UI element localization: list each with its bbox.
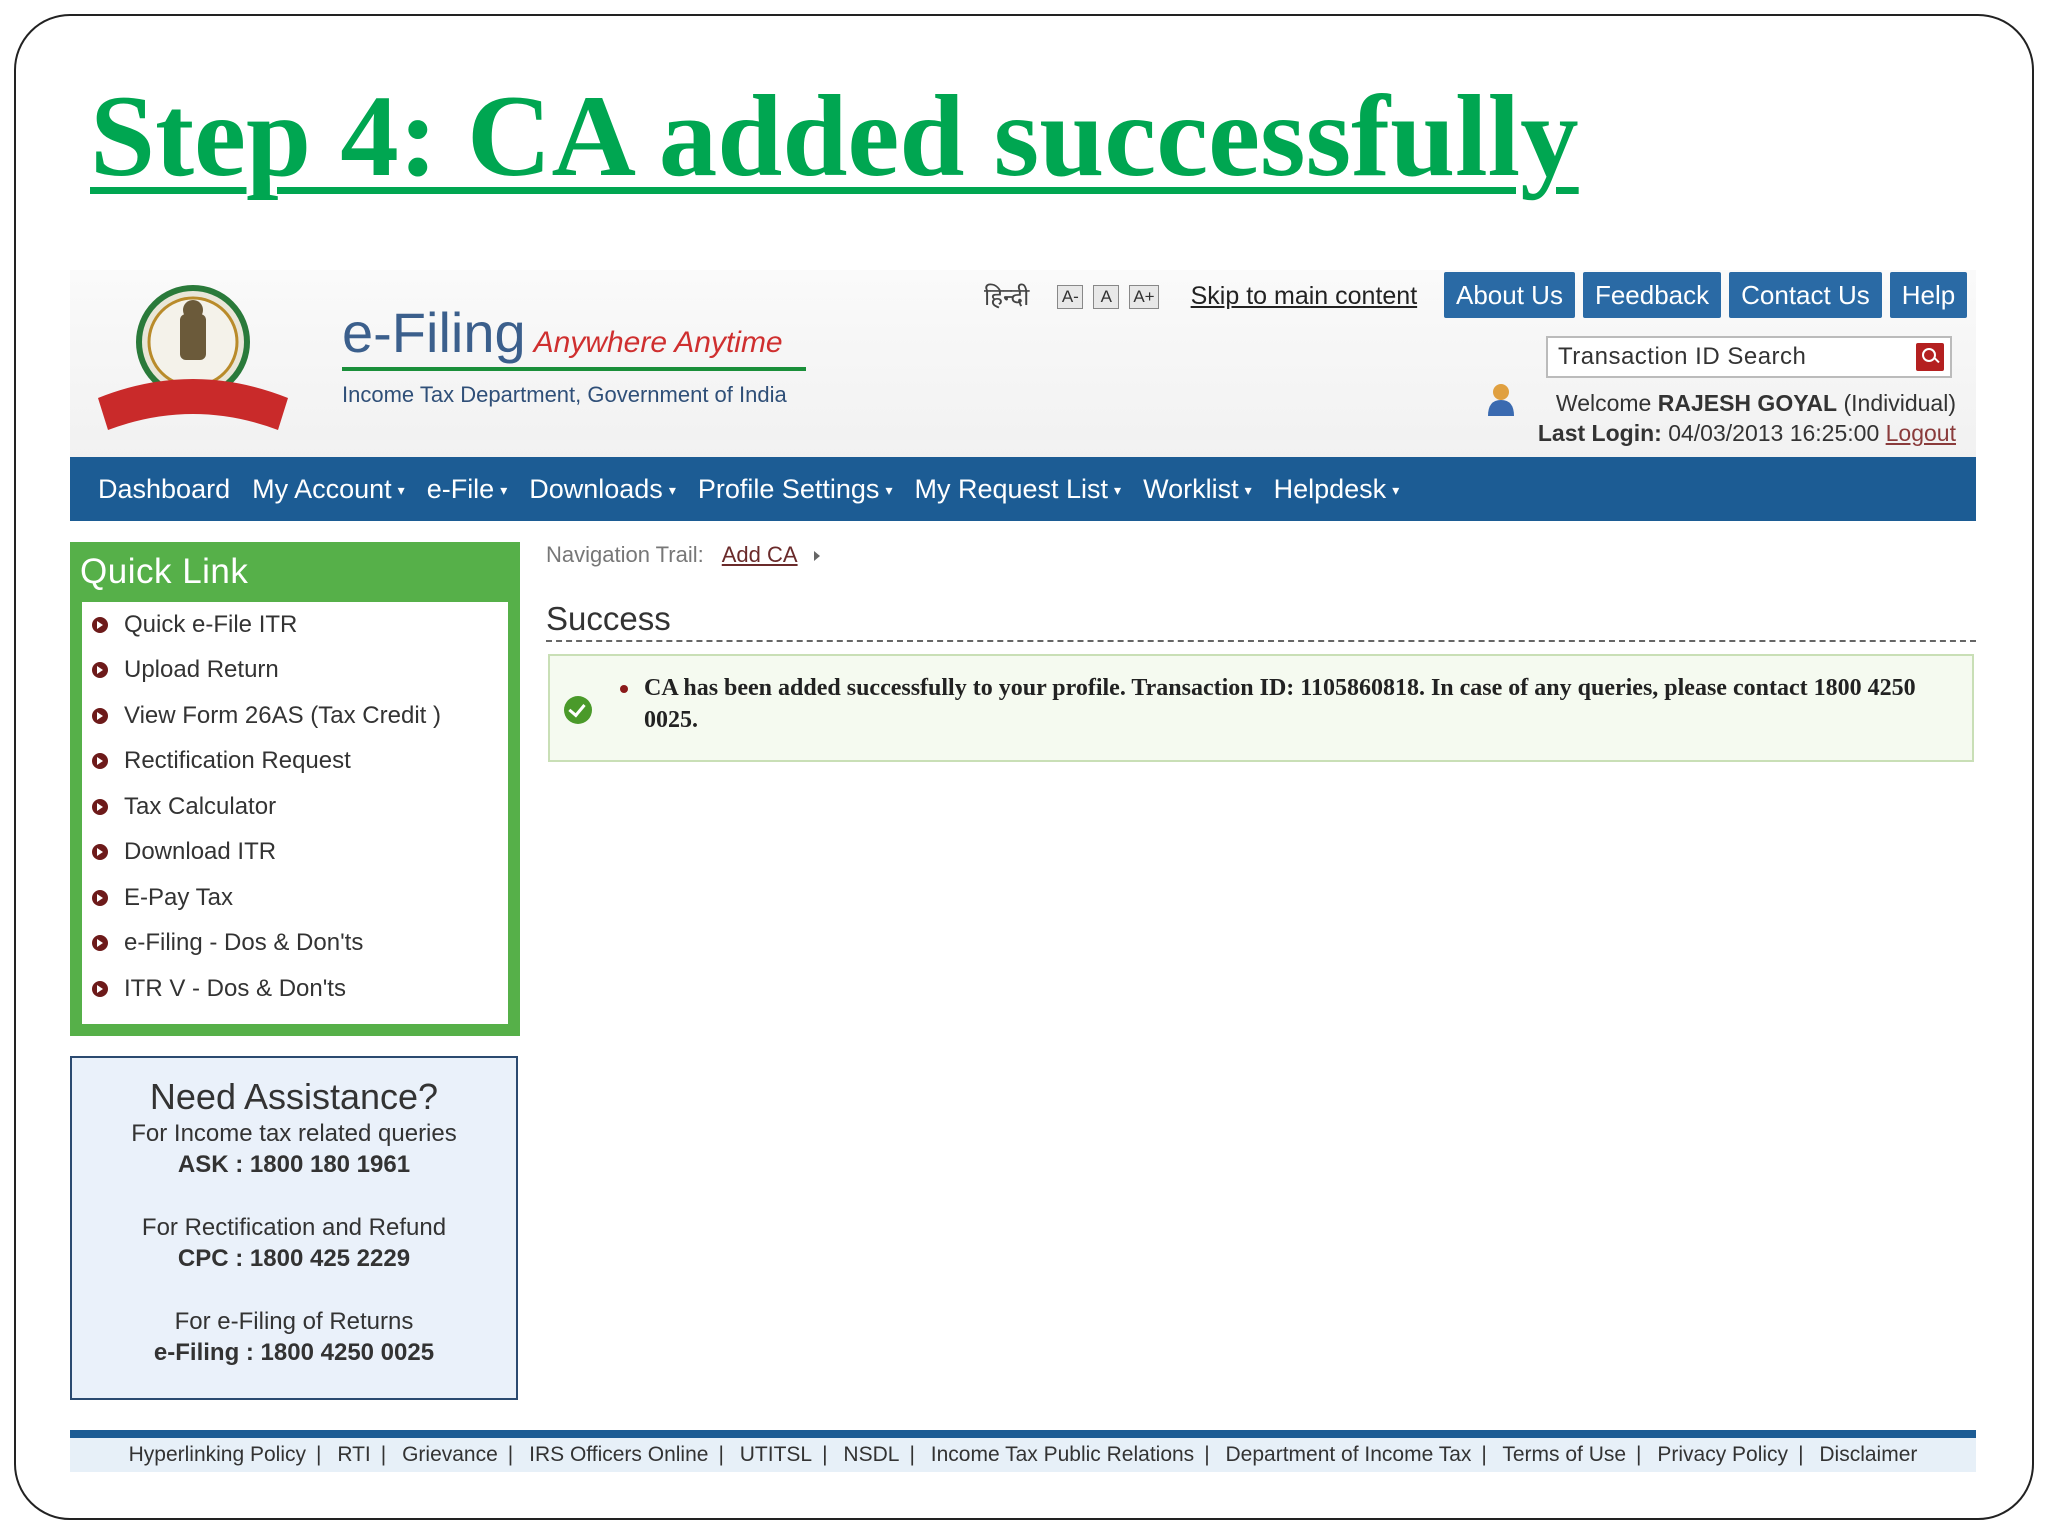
last-login-label: Last Login: <box>1537 420 1662 446</box>
user-icon <box>1488 384 1514 416</box>
footer-link[interactable]: IRS Officers Online <box>529 1443 708 1466</box>
success-check-icon <box>564 696 592 724</box>
main-nav: Dashboard My Account ▾ e-File ▾ Downloads ▾… <box>70 457 1976 521</box>
breadcrumb-add-ca[interactable]: Add CA <box>722 542 798 567</box>
nav-helpdesk[interactable]: Helpdesk ▾ <box>1274 474 1400 505</box>
income-tax-emblem-icon <box>98 285 288 430</box>
breadcrumb: Navigation Trail: Add CA <box>546 542 820 568</box>
footer-link[interactable]: Privacy Policy <box>1657 1443 1788 1466</box>
chevron-down-icon: ▾ <box>668 481 676 498</box>
slide-title: Step 4: CA added successfully <box>90 72 1579 201</box>
quick-link-panel: Quick Link Quick e-File ITR Upload Retur… <box>70 542 520 1036</box>
quick-link-item[interactable]: ITR V - Dos & Don'ts <box>82 966 508 1012</box>
hindi-link[interactable]: हिन्दी <box>984 280 1029 313</box>
quick-link-item[interactable]: View Form 26AS (Tax Credit ) <box>82 693 508 739</box>
nav-e-file[interactable]: e-File ▾ <box>427 474 508 505</box>
chevron-down-icon: ▾ <box>1244 481 1252 498</box>
footer-link[interactable]: RTI <box>337 1443 370 1466</box>
assistance-number: e-Filing : 1800 4250 0025 <box>153 1339 435 1366</box>
footer-link[interactable]: Hyperlinking Policy <box>129 1443 306 1466</box>
quick-link-item[interactable]: Download ITR <box>82 830 508 876</box>
chevron-down-icon: ▾ <box>397 481 405 498</box>
nav-my-account[interactable]: My Account ▾ <box>252 474 405 505</box>
chevron-down-icon: ▾ <box>885 481 893 498</box>
footer-link[interactable]: Grievance <box>402 1443 498 1466</box>
welcome-prefix: Welcome <box>1555 390 1652 416</box>
logout-link[interactable]: Logout <box>1886 420 1956 446</box>
brand: e-Filing Anywhere Anytime <box>342 300 783 365</box>
chevron-right-icon <box>813 551 820 562</box>
nav-dashboard[interactable]: Dashboard <box>98 474 230 505</box>
font-decrease-button[interactable]: A- <box>1057 284 1084 309</box>
quick-link-item[interactable]: e-Filing - Dos & Don'ts <box>82 921 508 967</box>
footer-link[interactable]: Income Tax Public Relations <box>931 1443 1194 1466</box>
footer-links: Hyperlinking Policy | RTI | Grievance | IRS… <box>70 1438 1976 1472</box>
transaction-search-input[interactable]: Transaction ID Search <box>1546 336 1952 378</box>
efiling-screenshot: e-Filing Anywhere Anytime Income Tax Depa… <box>70 270 1976 1472</box>
utility-bar: हिन्दी A- A A+ Skip to main content <box>984 280 1435 313</box>
footer-link[interactable]: Department of Income Tax <box>1226 1443 1472 1466</box>
arrow-bullet-icon <box>92 616 108 633</box>
site-header: e-Filing Anywhere Anytime Income Tax Depa… <box>70 270 1976 460</box>
chevron-down-icon: ▾ <box>1114 481 1122 498</box>
footer-link[interactable]: Disclaimer <box>1819 1443 1917 1466</box>
font-increase-button[interactable]: A+ <box>1129 284 1159 309</box>
brand-tagline: Anywhere Anytime <box>533 326 783 359</box>
help-button[interactable]: Help <box>1889 272 1968 318</box>
assistance-label: For Rectification and Refund <box>141 1214 447 1241</box>
last-login-value: 04/03/2013 16:25:00 <box>1668 420 1880 446</box>
arrow-bullet-icon <box>92 662 108 679</box>
arrow-bullet-icon <box>92 798 108 815</box>
assistance-label: For e-Filing of Returns <box>174 1308 414 1335</box>
footer-link[interactable]: Terms of Use <box>1502 1443 1626 1466</box>
footer-link[interactable]: UTITSL <box>740 1443 812 1466</box>
arrow-bullet-icon <box>92 707 108 724</box>
top-nav: About Us Feedback Contact Us Help <box>1444 272 1968 318</box>
quick-link-item[interactable]: Tax Calculator <box>82 784 508 830</box>
success-heading: Success <box>546 600 671 637</box>
skip-to-main-link[interactable]: Skip to main content <box>1191 282 1418 311</box>
nav-profile-settings[interactable]: Profile Settings ▾ <box>698 474 893 505</box>
user-info: Welcome RAJESH GOYAL (Individual) Last L… <box>1538 388 1956 448</box>
font-normal-button[interactable]: A <box>1093 284 1120 309</box>
user-type: (Individual) <box>1843 390 1957 416</box>
footer-link[interactable]: NSDL <box>843 1443 899 1466</box>
success-message-box: CA has been added successfully to your p… <box>548 654 1974 762</box>
contact-us-button[interactable]: Contact Us <box>1729 272 1882 318</box>
assistance-label: For Income tax related queries <box>131 1120 457 1147</box>
footer-divider <box>70 1430 1976 1438</box>
brand-main: e-Filing <box>342 301 526 364</box>
chevron-down-icon: ▾ <box>500 481 508 498</box>
arrow-bullet-icon <box>92 753 108 770</box>
nav-my-request-list[interactable]: My Request List ▾ <box>914 474 1121 505</box>
quick-link-item[interactable]: Quick e-File ITR <box>82 602 508 648</box>
nav-worklist[interactable]: Worklist ▾ <box>1143 474 1252 505</box>
nav-downloads[interactable]: Downloads ▾ <box>529 474 676 505</box>
need-assistance-panel: Need Assistance? For Income tax related … <box>70 1056 518 1400</box>
heading-divider <box>546 640 1976 642</box>
arrow-bullet-icon <box>92 844 108 861</box>
arrow-bullet-icon <box>92 935 108 952</box>
search-icon[interactable] <box>1916 343 1944 371</box>
breadcrumb-label: Navigation Trail: <box>546 542 704 567</box>
about-us-button[interactable]: About Us <box>1444 272 1575 318</box>
user-name: RAJESH GOYAL <box>1657 390 1838 416</box>
assistance-number: ASK : 1800 180 1961 <box>177 1151 411 1178</box>
chevron-down-icon: ▾ <box>1392 481 1400 498</box>
success-message: CA has been added successfully to your p… <box>612 672 1952 736</box>
brand-underline <box>342 367 806 371</box>
assistance-number: CPC : 1800 425 2229 <box>177 1245 411 1272</box>
feedback-button[interactable]: Feedback <box>1582 272 1722 318</box>
arrow-bullet-icon <box>92 980 108 997</box>
assistance-title: Need Assistance? <box>149 1076 439 1117</box>
quick-link-item[interactable]: Rectification Request <box>82 739 508 785</box>
brand-subtitle: Income Tax Department, Government of Ind… <box>342 382 787 407</box>
search-placeholder: Transaction ID Search <box>1558 343 1807 370</box>
quick-link-item[interactable]: Upload Return <box>82 648 508 694</box>
quick-link-list: Quick e-File ITR Upload Return View Form… <box>82 602 508 1024</box>
quick-link-title: Quick Link <box>80 552 249 591</box>
arrow-bullet-icon <box>92 889 108 906</box>
quick-link-item[interactable]: E-Pay Tax <box>82 875 508 921</box>
